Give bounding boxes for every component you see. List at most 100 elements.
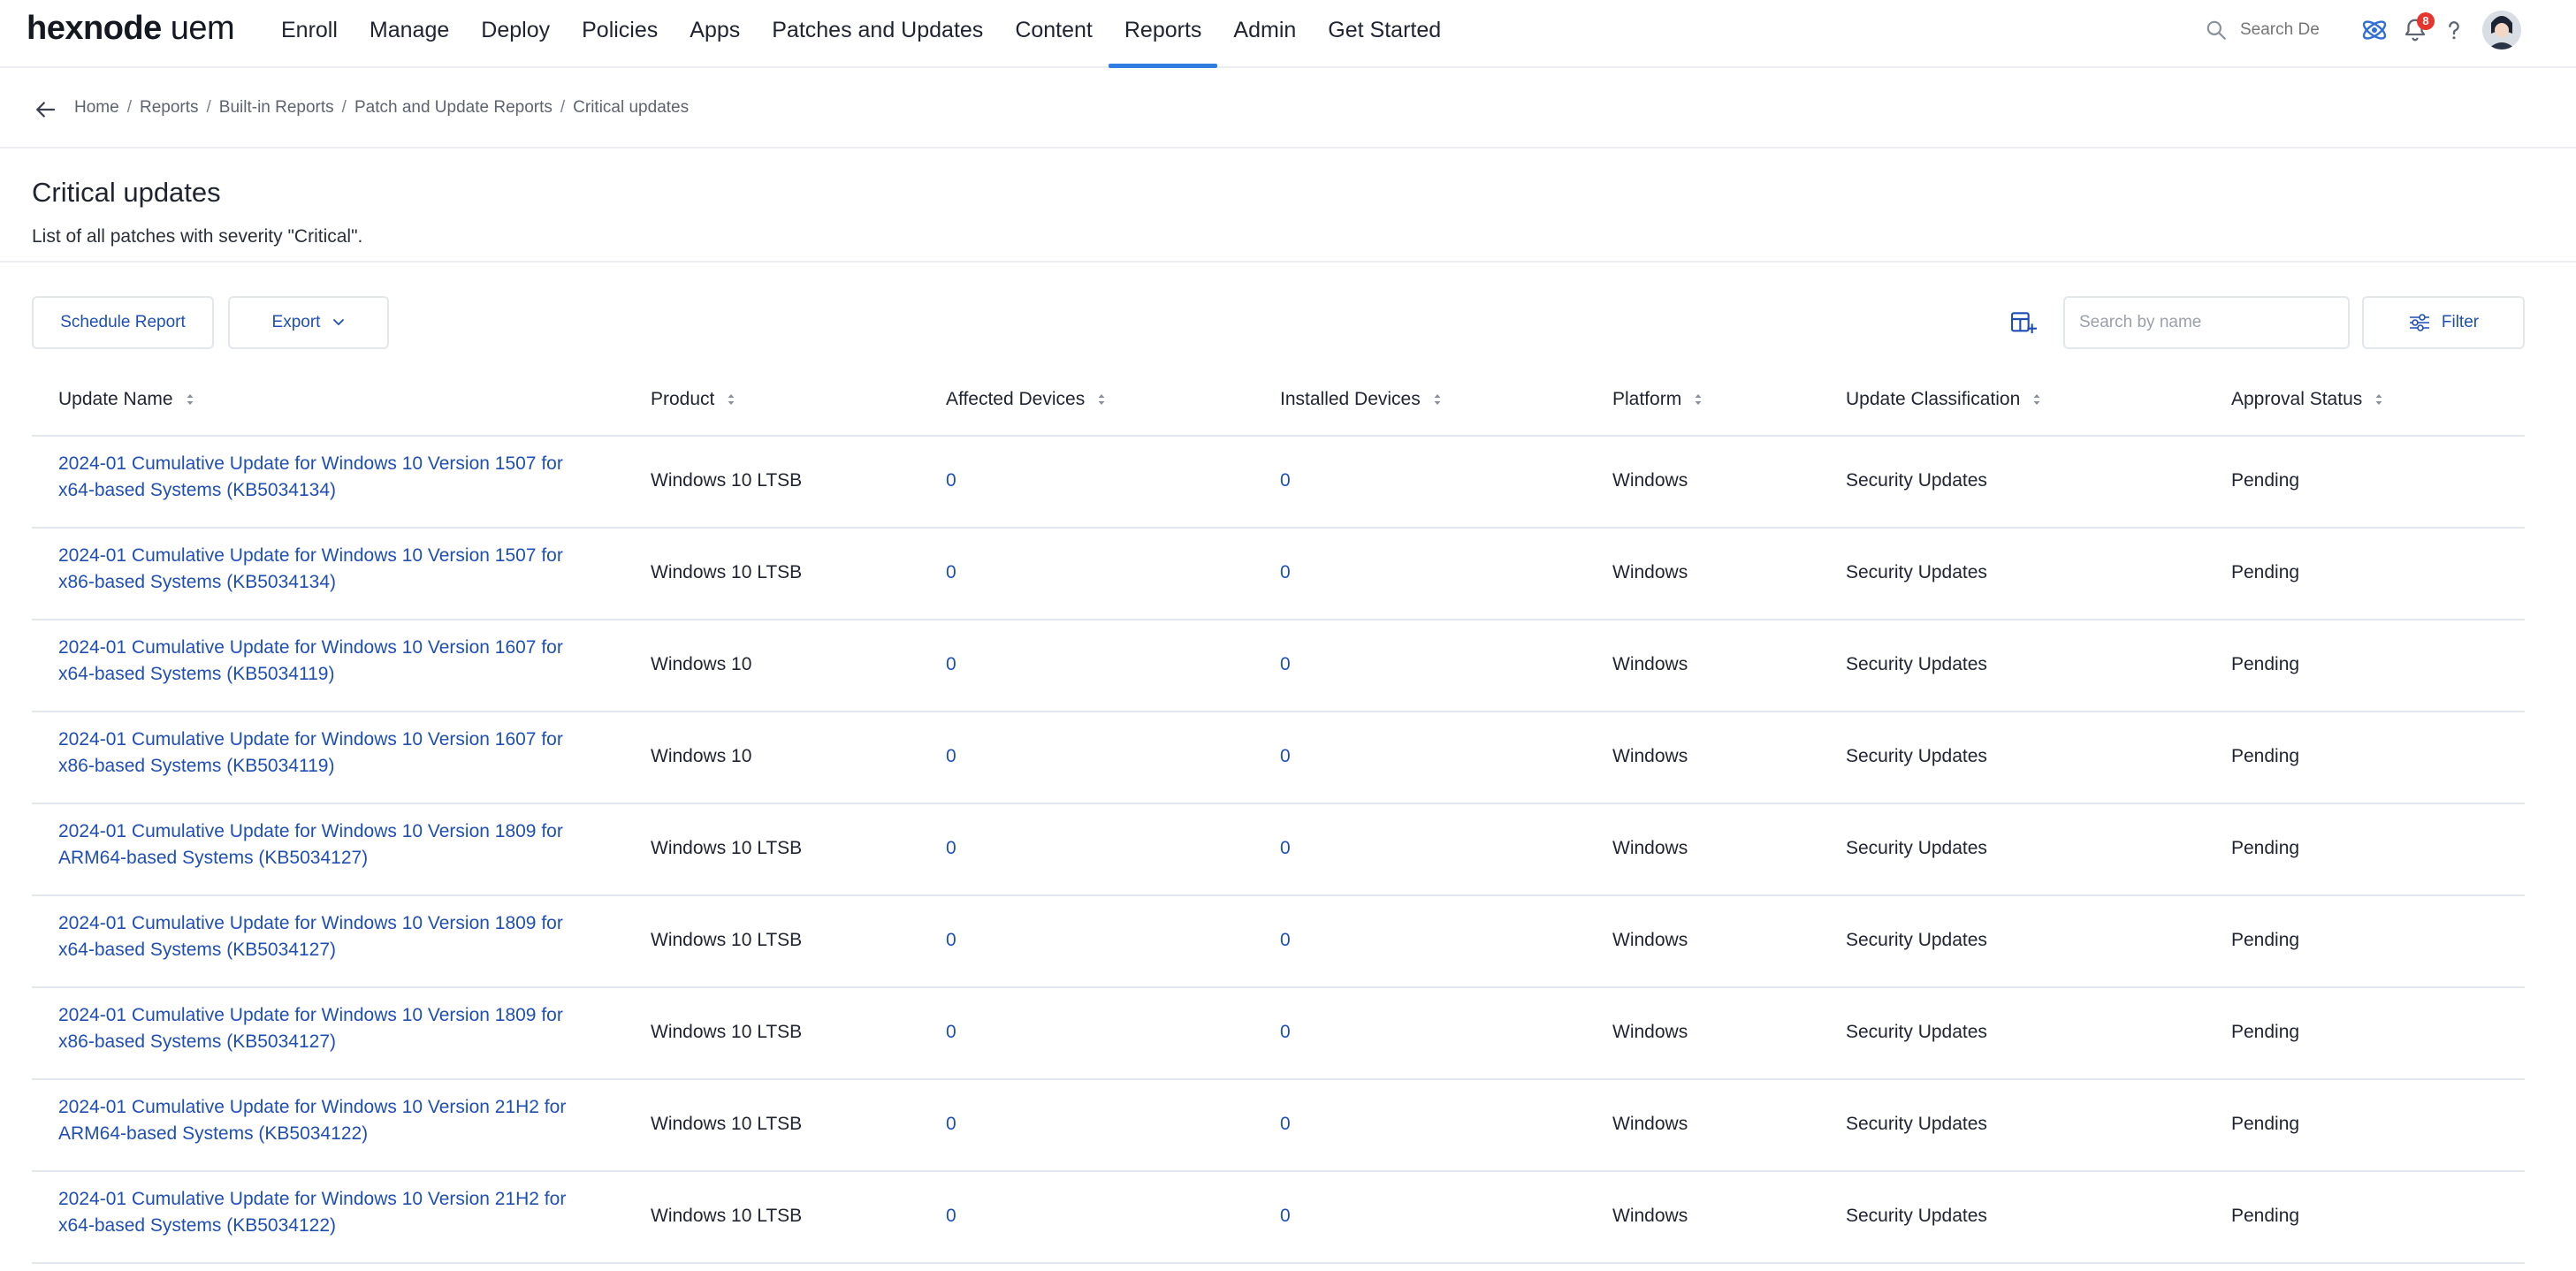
affected-devices-link[interactable]: 0 xyxy=(946,470,956,491)
nav-apps[interactable]: Apps xyxy=(674,0,756,68)
installed-devices-link[interactable]: 0 xyxy=(1280,1022,1291,1043)
update-name-link[interactable]: 2024-01 Cumulative Update for Windows 10… xyxy=(58,727,589,780)
column-header-installed-devices[interactable]: Installed Devices xyxy=(1280,389,1442,410)
affected-devices-link[interactable]: 0 xyxy=(946,746,956,767)
installed-devices-link[interactable]: 0 xyxy=(1280,746,1291,767)
global-search[interactable] xyxy=(2205,15,2336,45)
update-name-line: 2024-01 Cumulative Update for Windows 10… xyxy=(58,637,563,658)
update-name-link[interactable]: 2024-01 Cumulative Update for Windows 10… xyxy=(58,1186,589,1239)
classification-cell: Security Updates xyxy=(1846,654,1987,674)
table-row: 2024-01 Cumulative Update for Windows 10… xyxy=(32,529,2525,620)
breadcrumb-item[interactable]: Home xyxy=(74,98,119,118)
affected-devices-link[interactable]: 0 xyxy=(946,930,956,951)
nav-policies[interactable]: Policies xyxy=(566,0,674,68)
table-row: 2024-01 Cumulative Update for Windows 10… xyxy=(32,1080,2525,1172)
breadcrumb-item[interactable]: Built-in Reports xyxy=(219,98,334,118)
update-name-line: 2024-01 Cumulative Update for Windows 10… xyxy=(58,1097,567,1117)
nav-patches-and-updates[interactable]: Patches and Updates xyxy=(756,0,999,68)
platform-cell: Windows xyxy=(1612,562,1688,582)
affected-devices-link[interactable]: 0 xyxy=(946,838,956,859)
update-name-link[interactable]: 2024-01 Cumulative Update for Windows 10… xyxy=(58,818,589,871)
breadcrumb-separator: / xyxy=(341,98,347,117)
hexnode-atom-icon[interactable] xyxy=(2359,14,2390,46)
schedule-report-button[interactable]: Schedule Report xyxy=(32,296,214,349)
platform-cell: Windows xyxy=(1612,654,1688,674)
affected-devices-link[interactable]: 0 xyxy=(946,654,956,675)
column-header-update-name[interactable]: Update Name xyxy=(58,389,194,410)
affected-devices-link[interactable]: 0 xyxy=(946,1022,956,1043)
table-columns-icon[interactable] xyxy=(2008,308,2037,337)
column-header-platform[interactable]: Platform xyxy=(1612,389,1703,410)
installed-devices-link[interactable]: 0 xyxy=(1280,930,1291,951)
breadcrumb-separator: / xyxy=(560,98,566,117)
update-name-link[interactable]: 2024-01 Cumulative Update for Windows 10… xyxy=(58,451,589,504)
table-header: Update Name Product Affected Devices Instal… xyxy=(32,369,2525,437)
installed-devices-link[interactable]: 0 xyxy=(1280,654,1291,675)
hexnode-logo[interactable]: hexnode uem xyxy=(27,9,235,48)
installed-devices-link[interactable]: 0 xyxy=(1280,470,1291,491)
filter-label: Filter xyxy=(2441,313,2480,331)
update-name-link[interactable]: 2024-01 Cumulative Update for Windows 10… xyxy=(58,543,589,596)
column-header-product[interactable]: Product xyxy=(651,389,735,410)
column-header-affected-devices[interactable]: Affected Devices xyxy=(946,389,1106,410)
back-arrow-icon[interactable] xyxy=(32,96,58,123)
update-name-line: 2024-01 Cumulative Update for Windows 10… xyxy=(58,729,563,750)
breadcrumb-bar: Home / Reports / Built-in Reports / Patch and … xyxy=(0,70,2576,148)
help-icon[interactable] xyxy=(2438,14,2470,46)
product-cell: Windows 10 LTSB xyxy=(651,1114,803,1134)
page-description: List of all patches with severity "Criti… xyxy=(32,226,363,247)
update-name-link[interactable]: 2024-01 Cumulative Update for Windows 10… xyxy=(58,910,589,963)
approval-status-cell: Pending xyxy=(2231,930,2300,950)
breadcrumb-item[interactable]: Reports xyxy=(140,98,199,118)
top-nav: hexnode uem Enroll Manage Deploy Policies App… xyxy=(0,0,2576,68)
table-row: 2024-01 Cumulative Update for Windows 10… xyxy=(32,896,2525,988)
approval-status-cell: Pending xyxy=(2231,654,2300,674)
table-row: 2024-01 Cumulative Update for Windows 10… xyxy=(32,1172,2525,1264)
nav-admin[interactable]: Admin xyxy=(1217,0,1312,68)
classification-cell: Security Updates xyxy=(1846,1022,1987,1042)
product-cell: Windows 10 xyxy=(651,654,752,674)
product-cell: Windows 10 LTSB xyxy=(651,470,803,491)
column-header-label: Update Classification xyxy=(1846,389,2021,409)
installed-devices-link[interactable]: 0 xyxy=(1280,562,1291,583)
nav-deploy[interactable]: Deploy xyxy=(465,0,566,68)
affected-devices-link[interactable]: 0 xyxy=(946,1114,956,1135)
product-cell: Windows 10 LTSB xyxy=(651,838,803,858)
nav-reports[interactable]: Reports xyxy=(1108,0,1218,68)
update-name-link[interactable]: 2024-01 Cumulative Update for Windows 10… xyxy=(58,635,589,688)
table-row: 2024-01 Cumulative Update for Windows 10… xyxy=(32,712,2525,804)
breadcrumb-item[interactable]: Patch and Update Reports xyxy=(354,98,553,118)
approval-status-cell: Pending xyxy=(2231,746,2300,766)
filter-button[interactable]: Filter xyxy=(2362,296,2525,349)
table-body: 2024-01 Cumulative Update for Windows 10… xyxy=(32,437,2525,1264)
logo-brand: hexnode xyxy=(27,10,162,47)
column-header-label: Approval Status xyxy=(2231,389,2363,409)
nav-get-started[interactable]: Get Started xyxy=(1312,0,1457,68)
column-header-approval-status[interactable]: Approval Status xyxy=(2231,389,2383,410)
global-search-input[interactable] xyxy=(2240,20,2320,40)
affected-devices-link[interactable]: 0 xyxy=(946,1206,956,1227)
update-name-link[interactable]: 2024-01 Cumulative Update for Windows 10… xyxy=(58,1094,589,1147)
user-avatar[interactable] xyxy=(2482,11,2521,49)
table-search-input[interactable] xyxy=(2063,296,2350,349)
affected-devices-link[interactable]: 0 xyxy=(946,562,956,583)
nav-manage[interactable]: Manage xyxy=(354,0,465,68)
sort-icon xyxy=(1098,394,1105,405)
installed-devices-link[interactable]: 0 xyxy=(1280,1114,1291,1135)
nav-content[interactable]: Content xyxy=(999,0,1109,68)
product-cell: Windows 10 LTSB xyxy=(651,562,803,582)
classification-cell: Security Updates xyxy=(1846,1114,1987,1134)
notification-bell[interactable]: 8 xyxy=(2399,12,2435,46)
update-name-line: 2024-01 Cumulative Update for Windows 10… xyxy=(58,453,563,474)
column-header-update-classification[interactable]: Update Classification xyxy=(1846,389,2041,410)
export-label: Export xyxy=(271,313,321,331)
column-header-label: Affected Devices xyxy=(946,389,1086,409)
installed-devices-link[interactable]: 0 xyxy=(1280,1206,1291,1227)
installed-devices-link[interactable]: 0 xyxy=(1280,838,1291,859)
nav-enroll[interactable]: Enroll xyxy=(265,0,354,68)
classification-cell: Security Updates xyxy=(1846,930,1987,950)
update-name-link[interactable]: 2024-01 Cumulative Update for Windows 10… xyxy=(58,1002,589,1055)
product-cell: Windows 10 LTSB xyxy=(651,930,803,950)
export-button[interactable]: Export xyxy=(228,296,389,349)
schedule-report-label: Schedule Report xyxy=(60,313,186,331)
